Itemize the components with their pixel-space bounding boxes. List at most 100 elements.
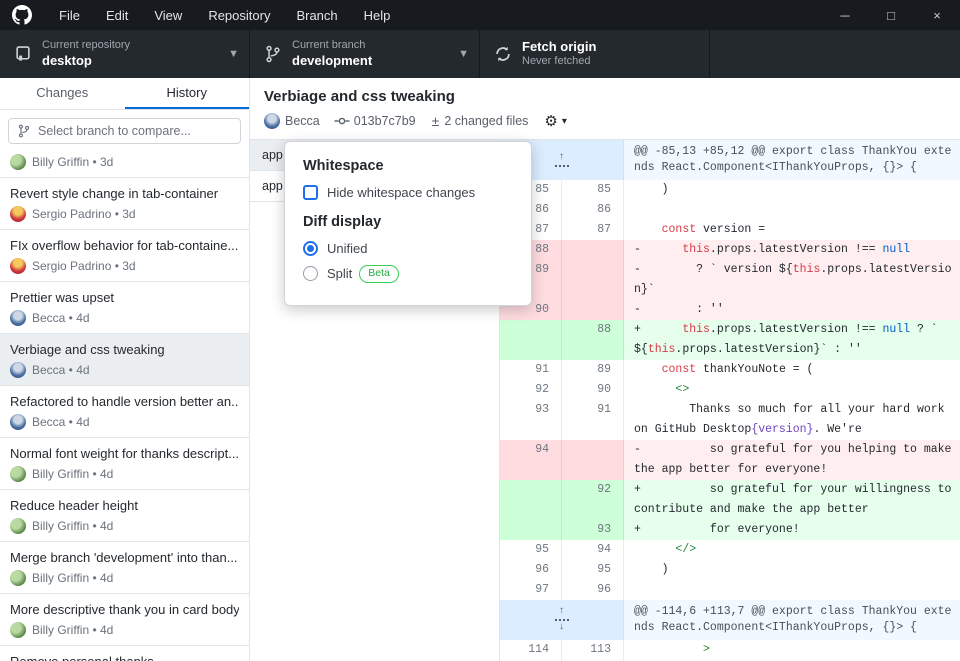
commit-list-item[interactable]: Billy Griffin • 3d (0, 152, 249, 178)
menu-item-view[interactable]: View (141, 0, 195, 30)
commit-list-item[interactable]: FIx overflow behavior for tab-containe..… (0, 230, 249, 282)
diff-line: 8787 const version = (500, 220, 960, 240)
expand-up-icon: ↑ (558, 153, 564, 163)
whitespace-heading: Whitespace (303, 158, 513, 174)
commit-list-item[interactable]: More descriptive thank you in card bodyB… (0, 594, 249, 646)
diff-new-line-number: 94 (562, 540, 624, 560)
fetch-origin-button[interactable]: Fetch origin Never fetched (480, 30, 710, 78)
menu-items: FileEditViewRepositoryBranchHelp (46, 0, 403, 30)
hide-whitespace-option[interactable]: Hide whitespace changes (303, 185, 513, 200)
current-branch-button[interactable]: Current branch development ▼ (250, 30, 480, 78)
compare-branch-box[interactable] (8, 118, 241, 144)
commit-author-age: Billy Griffin • 4d (32, 519, 113, 533)
diff-code: const version = (624, 220, 960, 240)
compare-branch-input[interactable] (38, 124, 232, 138)
diff-code (624, 580, 960, 600)
commit-list-item[interactable]: Normal font weight for thanks descript..… (0, 438, 249, 490)
commit-author-age: Billy Griffin • 4d (32, 571, 113, 585)
diff-code: + this.props.latestVersion !== null ? ` … (624, 320, 960, 360)
commit-list-item-meta: Billy Griffin • 4d (10, 466, 239, 482)
diff-line: 8686 (500, 200, 960, 220)
diff-old-line-number (500, 320, 562, 360)
commit-list-item[interactable]: Revert style change in tab-container Serg… (0, 178, 249, 230)
commit-author-age: Becca • 4d (32, 415, 90, 429)
diff-new-line-number: 93 (562, 520, 624, 540)
menu-item-help[interactable]: Help (351, 0, 404, 30)
changed-files-count: 2 changed files (444, 114, 528, 128)
commit-list-item-meta: Becca • 4d (10, 310, 239, 326)
diff-code (624, 200, 960, 220)
menu-bar: FileEditViewRepositoryBranchHelp ─ □ × (0, 0, 960, 30)
menu-item-repository[interactable]: Repository (195, 0, 283, 30)
radio-selected-icon[interactable] (303, 241, 318, 256)
commit-list-item-title: Verbiage and css tweaking (10, 342, 239, 357)
commit-list-item[interactable]: Refactored to handle version better an..… (0, 386, 249, 438)
radio-unselected-icon[interactable] (303, 266, 318, 281)
diff-display-split-option[interactable]: Split Beta (303, 265, 513, 283)
compare-branch-row (0, 110, 249, 152)
diff-code: + for everyone! (624, 520, 960, 540)
fetch-origin-status: Never fetched (522, 55, 699, 69)
diff-code: <> (624, 380, 960, 400)
tab-history[interactable]: History (125, 78, 250, 109)
commit-list-item-title: Reduce header height (10, 498, 239, 513)
current-repository-button[interactable]: Current repository desktop ▼ (0, 30, 250, 78)
diff-code: Thanks so much for all your hard work on… (624, 400, 960, 440)
diff-line: 9189 const thankYouNote = ( (500, 360, 960, 380)
tab-changes[interactable]: Changes (0, 78, 125, 109)
history-sidebar: Changes History Billy Griffin • 3dRevert… (0, 78, 250, 661)
commit-list-item-title: Revert style change in tab-container (10, 186, 239, 201)
commit-list-item[interactable]: Reduce header height Billy Griffin • 4d (0, 490, 249, 542)
changed-files: ± 2 changed files (432, 113, 529, 129)
expand-down-icon: ↓ (558, 623, 564, 633)
commit-list-item[interactable]: Merge branch 'development' into than...B… (0, 542, 249, 594)
commit-list-item-meta: Becca • 4d (10, 362, 239, 378)
commit-list-item-title: Normal font weight for thanks descript..… (10, 446, 239, 461)
diff-display-unified-option[interactable]: Unified (303, 241, 513, 256)
commit-list-item-meta: Sergio Padrino • 3d (10, 258, 239, 274)
close-button[interactable]: × (914, 0, 960, 30)
diff-old-line-number: 114 (500, 640, 562, 660)
commit-list-item-meta: Billy Griffin • 4d (10, 622, 239, 638)
diff-old-line-number: 96 (500, 560, 562, 580)
avatar (10, 258, 26, 274)
diff-new-line-number: 91 (562, 400, 624, 440)
avatar (10, 154, 26, 170)
current-branch-label: Current branch (292, 39, 452, 53)
commit-list-item[interactable]: Remove personal thanksBilly Griffin • 4d (0, 646, 249, 661)
diff-line: 90- : '' (500, 300, 960, 320)
commit-title: Verbiage and css tweaking (264, 88, 946, 105)
avatar (10, 518, 26, 534)
diff-new-line-number: 95 (562, 560, 624, 580)
diff-old-line-number: 93 (500, 400, 562, 440)
diff-new-line-number: 88 (562, 320, 624, 360)
avatar (10, 362, 26, 378)
maximize-button[interactable]: □ (868, 0, 914, 30)
diff-options-button[interactable]: ⚙ ▾ (544, 114, 566, 129)
checkbox-unchecked-icon[interactable] (303, 185, 318, 200)
menu-item-file[interactable]: File (46, 0, 93, 30)
diff-line: 88+ this.props.latestVersion !== null ? … (500, 320, 960, 360)
diff-hunk-header: ↑↓@@ -114,6 +113,7 @@ export class Thank… (500, 600, 960, 640)
diff-code: > (624, 640, 960, 660)
commit-list-item-title: Prettier was upset (10, 290, 239, 305)
expand-hunk-button[interactable]: ↑↓ (500, 600, 624, 640)
diff-code: - : '' (624, 300, 960, 320)
branch-icon (264, 45, 282, 63)
diff-display-heading: Diff display (303, 214, 513, 230)
minimize-button[interactable]: ─ (822, 0, 868, 30)
diff-new-line-number (562, 300, 624, 320)
diff-line: 92+ so grateful for your willingness to … (500, 480, 960, 520)
branch-icon (17, 124, 31, 138)
repository-icon (14, 45, 32, 63)
commit-list-item[interactable]: Prettier was upset Becca • 4d (0, 282, 249, 334)
menu-item-edit[interactable]: Edit (93, 0, 141, 30)
diff-old-line-number: 92 (500, 380, 562, 400)
commit-list-item[interactable]: Verbiage and css tweaking Becca • 4d (0, 334, 249, 386)
commit-list-item-title: FIx overflow behavior for tab-containe..… (10, 238, 239, 253)
menu-item-branch[interactable]: Branch (283, 0, 350, 30)
toolbar-spacer (710, 30, 960, 78)
hunk-header-text: @@ -85,13 +85,12 @@ export class ThankYo… (624, 140, 960, 180)
commit-list-item-meta: Sergio Padrino • 3d (10, 206, 239, 222)
fetch-origin-label: Fetch origin (522, 39, 699, 55)
